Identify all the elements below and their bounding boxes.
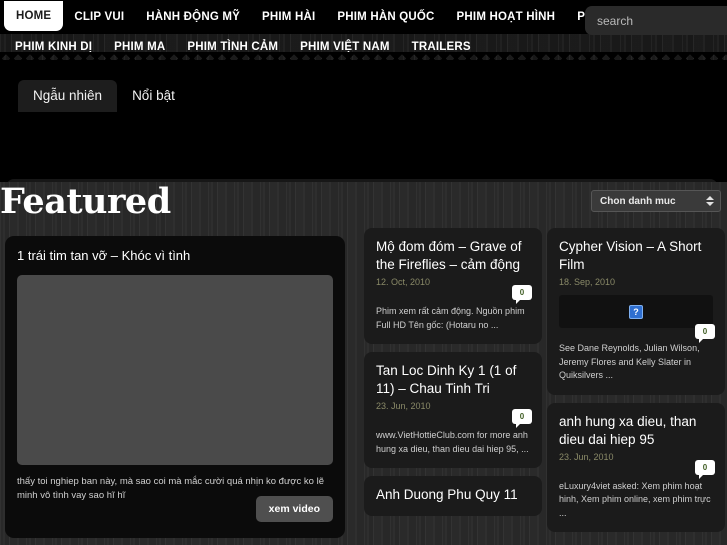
- subnav-item-2[interactable]: PHIM TÌNH CẢM: [176, 34, 289, 60]
- post-date: 23. Jun, 2010: [376, 401, 431, 411]
- nav-item-1[interactable]: CLIP VUI: [63, 0, 135, 34]
- post-column-right: Cypher Vision – A Short Film 18. Sep, 201…: [547, 228, 725, 540]
- category-select[interactable]: Chon danh muc: [591, 190, 721, 212]
- subnav-item-4[interactable]: TRAILERS: [401, 34, 482, 60]
- post-title: anh hung xa dieu, than dieu dai hiep 95: [559, 413, 697, 447]
- site-header: HOME CLIP VUI HÀNH ĐỘNG MỸ PHIM HÀI PHIM HÀN…: [0, 0, 727, 66]
- nav-link-label[interactable]: CLIP VUI: [63, 0, 135, 34]
- nav-item-2[interactable]: HÀNH ĐỘNG MỸ: [135, 0, 251, 34]
- tabs-section: Ngẫu nhiên Nổi bật: [0, 66, 727, 211]
- spinner-arrows-icon: [706, 196, 714, 206]
- post-card[interactable]: Tan Loc Dinh Ky 1 (1 of 11) – Chau Tinh …: [364, 352, 542, 468]
- tab-1[interactable]: Nổi bật: [117, 80, 190, 112]
- featured-post-thumbnail: [17, 275, 333, 465]
- subnav-link-label[interactable]: PHIM TÌNH CẢM: [176, 34, 289, 60]
- post-date: 18. Sep, 2010: [559, 277, 616, 287]
- featured-bar: Featured Chon danh muc: [0, 181, 727, 228]
- nav-item-3[interactable]: PHIM HÀI: [251, 0, 326, 34]
- nav-item-0[interactable]: HOME: [4, 1, 64, 31]
- category-select-label: Chon danh muc: [600, 195, 676, 207]
- post-thumbnail: ?: [559, 295, 713, 328]
- subnav-link-label[interactable]: PHIM KINH DỊ: [4, 34, 103, 60]
- post-excerpt: Phim xem rất cảm động. Nguồn phim Full H…: [376, 306, 525, 330]
- post-card[interactable]: anh hung xa dieu, than dieu dai hiep 95 2…: [547, 402, 725, 532]
- post-date: 23. Jun, 2010: [559, 451, 614, 462]
- featured-post-card[interactable]: 1 trái tim tan vỡ – Khóc vì tình thấy to…: [5, 236, 345, 538]
- broken-image-icon: ?: [629, 304, 643, 319]
- content-area: 1 trái tim tan vỡ – Khóc vì tình thấy to…: [0, 228, 727, 545]
- subnav-link-label[interactable]: TRAILERS: [401, 34, 482, 60]
- tab-0[interactable]: Ngẫu nhiên: [18, 80, 118, 112]
- tab-list: Ngẫu nhiên Nổi bật: [18, 80, 190, 112]
- post-card[interactable]: Cypher Vision – A Short Film 18. Sep, 201…: [547, 228, 725, 395]
- secondary-navigation: PHIM KINH DỊ PHIM MA PHIM TÌNH CẢM PHIM VIỆ…: [0, 34, 482, 60]
- post-card[interactable]: Mộ đom đóm – Grave of the Fireflies – cả…: [364, 228, 542, 344]
- search-input[interactable]: [585, 13, 727, 28]
- tab-label[interactable]: Ngẫu nhiên: [18, 80, 118, 112]
- post-title: Tan Loc Dinh Ky 1 (1 of 11) – Chau Tinh …: [376, 363, 517, 396]
- nav-item-4[interactable]: PHIM HÀN QUỐC: [326, 0, 445, 34]
- nav-link-label[interactable]: PHIM HOẠT HÌNH: [446, 0, 567, 34]
- post-card[interactable]: Anh Duong Phu Quy 11: [364, 476, 542, 516]
- post-date: 12. Oct, 2010: [376, 277, 431, 287]
- page-title: Featured: [0, 181, 171, 222]
- post-excerpt: See Dane Reynolds, Julian Wilson, Jeremy…: [559, 343, 700, 380]
- nav-link-label[interactable]: HOME: [4, 1, 64, 31]
- nav-link-label[interactable]: PHIM HÀI: [251, 0, 326, 34]
- post-excerpt: eLuxury4viet asked: Xem phim hoạt hinh, …: [559, 480, 711, 518]
- subnav-item-0[interactable]: PHIM KINH DỊ: [4, 34, 103, 60]
- nav-link-label[interactable]: PHIM HÀN QUỐC: [326, 0, 445, 34]
- post-title: Anh Duong Phu Quy 11: [376, 487, 518, 502]
- subnav-item-3[interactable]: PHIM VIỆT NAM: [289, 34, 401, 60]
- header-bottom-fill: [0, 60, 727, 66]
- featured-post-title: 1 trái tim tan vỡ – Khóc vì tình: [17, 248, 191, 263]
- comment-count-badge[interactable]: 0: [695, 324, 715, 343]
- comment-count-badge[interactable]: 0: [512, 285, 532, 304]
- post-title: Mộ đom đóm – Grave of the Fireflies – cả…: [376, 239, 522, 272]
- nav-item-5[interactable]: PHIM HOẠT HÌNH: [446, 0, 567, 34]
- watch-video-button[interactable]: xem video: [255, 496, 333, 522]
- post-excerpt: www.VietHottieClub.com for more anh hung…: [376, 430, 529, 454]
- subnav-item-1[interactable]: PHIM MA: [103, 34, 176, 60]
- search-box[interactable]: [585, 6, 727, 35]
- post-column-middle: Mộ đom đóm – Grave of the Fireflies – cả…: [364, 228, 542, 524]
- nav-link-label[interactable]: HÀNH ĐỘNG MỸ: [135, 0, 251, 34]
- post-title: Cypher Vision – A Short Film: [559, 239, 702, 272]
- subnav-link-label[interactable]: PHIM MA: [103, 34, 176, 60]
- subnav-link-label[interactable]: PHIM VIỆT NAM: [289, 34, 401, 60]
- comment-count-badge[interactable]: 0: [512, 409, 532, 428]
- tab-label[interactable]: Nổi bật: [117, 80, 190, 112]
- comment-count-badge[interactable]: 0: [695, 459, 715, 479]
